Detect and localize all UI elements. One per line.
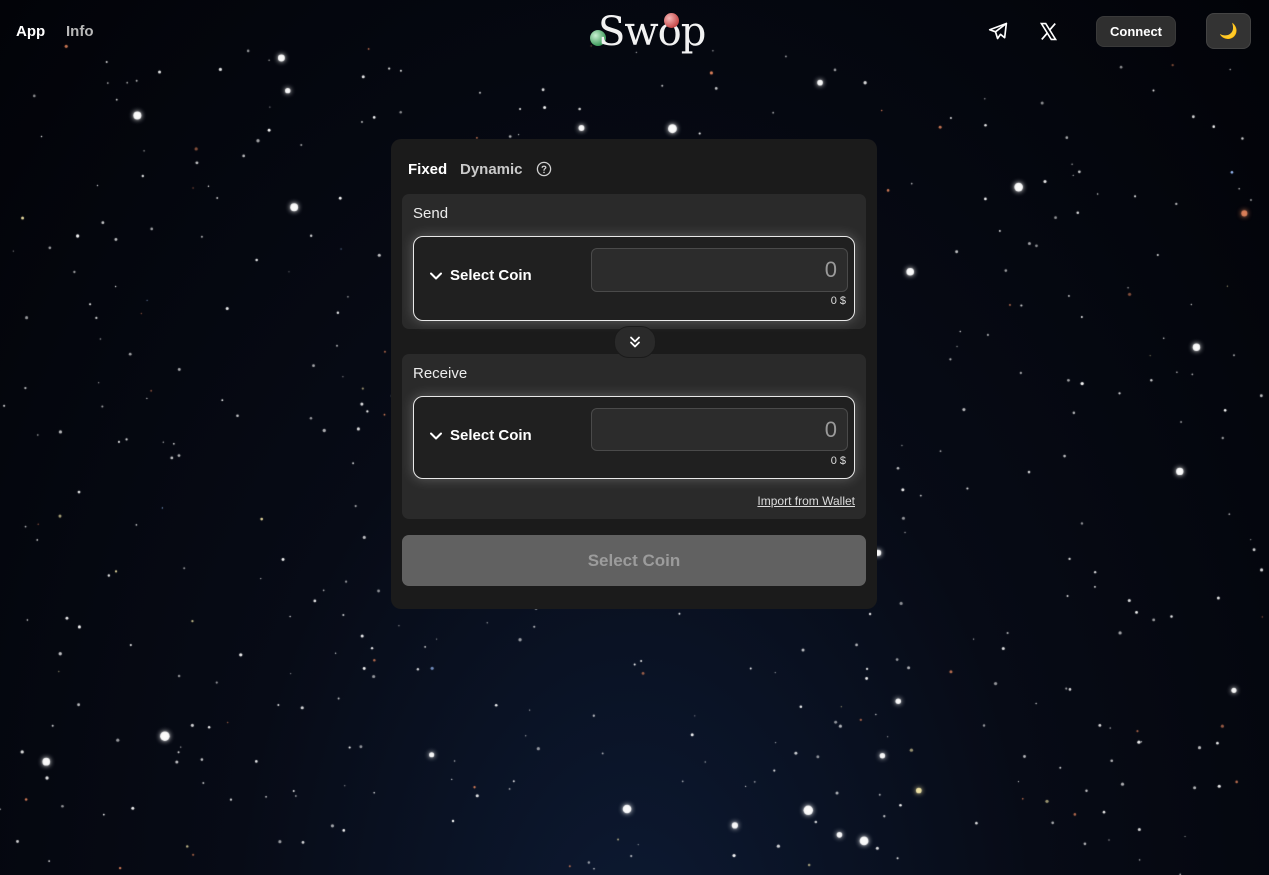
moon-icon: 🌙 — [1219, 23, 1238, 40]
send-panel: Send Select Coin 0 $ — [402, 194, 866, 329]
x-icon — [1039, 22, 1057, 40]
double-chevron-down-icon — [630, 336, 640, 348]
receive-select-coin-dropdown[interactable]: Select Coin — [430, 427, 532, 444]
send-label: Send — [413, 205, 449, 222]
telegram-icon — [988, 22, 1008, 40]
theme-toggle-button[interactable]: 🌙 — [1206, 13, 1251, 49]
receive-usd-value: 0 $ — [830, 455, 846, 467]
chevron-down-icon — [430, 432, 442, 439]
receive-amount-input[interactable] — [591, 408, 848, 451]
receive-coin-box: Select Coin 0 $ — [413, 396, 855, 479]
swap-card: Fixed Dynamic Send Select Coin 0 $ Recei… — [391, 139, 877, 609]
receive-panel: Receive Select Coin 0 $ Import from Wall… — [402, 354, 866, 519]
send-select-coin-dropdown[interactable]: Select Coin — [430, 267, 532, 284]
tab-dynamic[interactable]: Dynamic — [460, 161, 523, 178]
x-twitter-button[interactable] — [1033, 16, 1063, 46]
logo-red-orb — [664, 13, 679, 28]
send-coin-box: Select Coin 0 $ — [413, 236, 855, 321]
help-icon[interactable] — [536, 161, 552, 177]
nav-info-link[interactable]: Info — [66, 23, 94, 40]
send-amount-input[interactable] — [591, 248, 848, 292]
receive-label: Receive — [413, 365, 468, 382]
swap-direction-button[interactable] — [614, 326, 656, 358]
chevron-down-icon — [430, 272, 442, 279]
select-coin-action-button[interactable]: Select Coin — [402, 535, 866, 586]
send-select-coin-label: Select Coin — [450, 267, 532, 284]
logo-text: Swop — [598, 9, 706, 55]
top-bar: App Info Swop Connect 🌙 — [0, 0, 1269, 62]
import-from-wallet-link[interactable]: Import from Wallet — [757, 494, 855, 508]
tab-fixed[interactable]: Fixed — [408, 161, 447, 178]
send-usd-value: 0 $ — [830, 295, 846, 307]
connect-wallet-button[interactable]: Connect — [1096, 16, 1176, 47]
receive-select-coin-label: Select Coin — [450, 427, 532, 444]
telegram-button[interactable] — [983, 16, 1013, 46]
nav-app-link[interactable]: App — [16, 23, 45, 40]
swop-logo[interactable]: Swop — [590, 6, 706, 56]
